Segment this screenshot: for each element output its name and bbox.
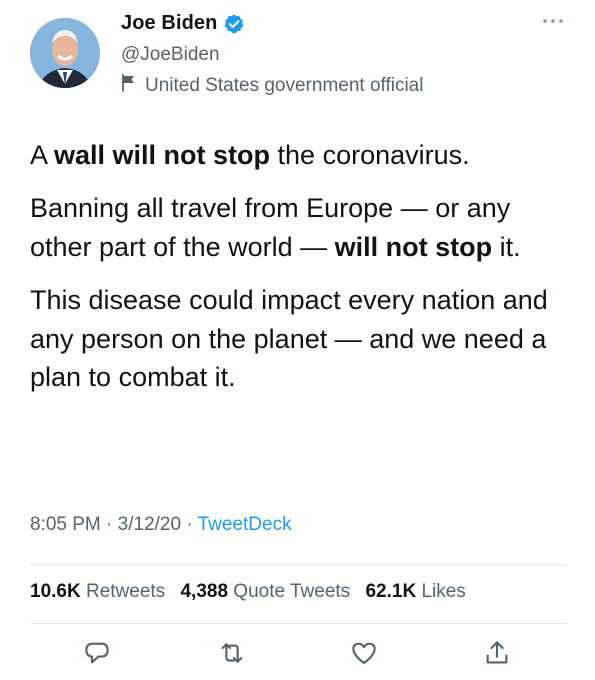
share-icon xyxy=(482,638,512,673)
text-span: it. xyxy=(492,231,521,262)
tweet-text: A wall will not stop the coronavirus. Ba… xyxy=(30,136,575,411)
account-label: United States government official xyxy=(121,74,423,97)
like-icon xyxy=(349,638,379,673)
retweets-stat[interactable]: 10.6K Retweets xyxy=(30,581,165,602)
retweet-button[interactable] xyxy=(215,638,249,672)
tweet-date[interactable]: 3/12/20 xyxy=(118,514,181,535)
tweet-paragraph-2: Banning all travel from Europe — or any … xyxy=(30,189,575,267)
quote-tweets-stat[interactable]: 4,388 Quote Tweets xyxy=(180,581,350,602)
action-bar xyxy=(0,638,595,678)
likes-count: 62.1K xyxy=(365,581,417,602)
verified-badge-icon xyxy=(223,13,245,35)
tweet-header: Joe Biden @JoeBiden United States govern… xyxy=(0,0,595,110)
like-button[interactable] xyxy=(347,638,381,672)
retweet-icon xyxy=(217,638,247,673)
share-button[interactable] xyxy=(480,638,514,672)
name-row: Joe Biden xyxy=(121,12,245,35)
flag-icon xyxy=(121,74,137,97)
tweet-meta: 8:05 PM · 3/12/20 · TweetDeck xyxy=(30,514,292,536)
reply-icon xyxy=(82,638,112,673)
text-span: the coronavirus. xyxy=(270,140,470,170)
likes-stat[interactable]: 62.1K Likes xyxy=(365,581,465,602)
author-name[interactable]: Joe Biden xyxy=(121,12,217,35)
author-handle[interactable]: @JoeBiden xyxy=(121,44,220,66)
bold-text: wall will not stop xyxy=(54,140,271,170)
text-span: A xyxy=(30,140,55,170)
tweet-stats: 10.6K Retweets 4,388 Quote Tweets 62.1K … xyxy=(30,581,476,603)
tweet-source-link[interactable]: TweetDeck xyxy=(198,514,292,535)
avatar[interactable] xyxy=(30,18,100,88)
reply-button[interactable] xyxy=(80,638,114,672)
bold-text: will not stop xyxy=(334,231,493,262)
divider xyxy=(30,623,567,624)
quote-tweets-label: Quote Tweets xyxy=(233,581,351,602)
tweet-paragraph-1: A wall will not stop the coronavirus. xyxy=(30,136,575,175)
retweets-label: Retweets xyxy=(85,581,166,602)
likes-label: Likes xyxy=(421,581,466,602)
tweet-paragraph-3: This disease could impact every nation a… xyxy=(30,284,548,393)
divider xyxy=(30,564,567,565)
account-label-text: United States government official xyxy=(145,74,424,96)
separator: · xyxy=(186,514,193,535)
separator: · xyxy=(106,514,113,535)
more-icon[interactable] xyxy=(540,14,566,28)
tweet-time[interactable]: 8:05 PM xyxy=(30,514,101,535)
quote-tweets-count: 4,388 xyxy=(180,581,229,602)
retweets-count: 10.6K xyxy=(30,581,81,602)
